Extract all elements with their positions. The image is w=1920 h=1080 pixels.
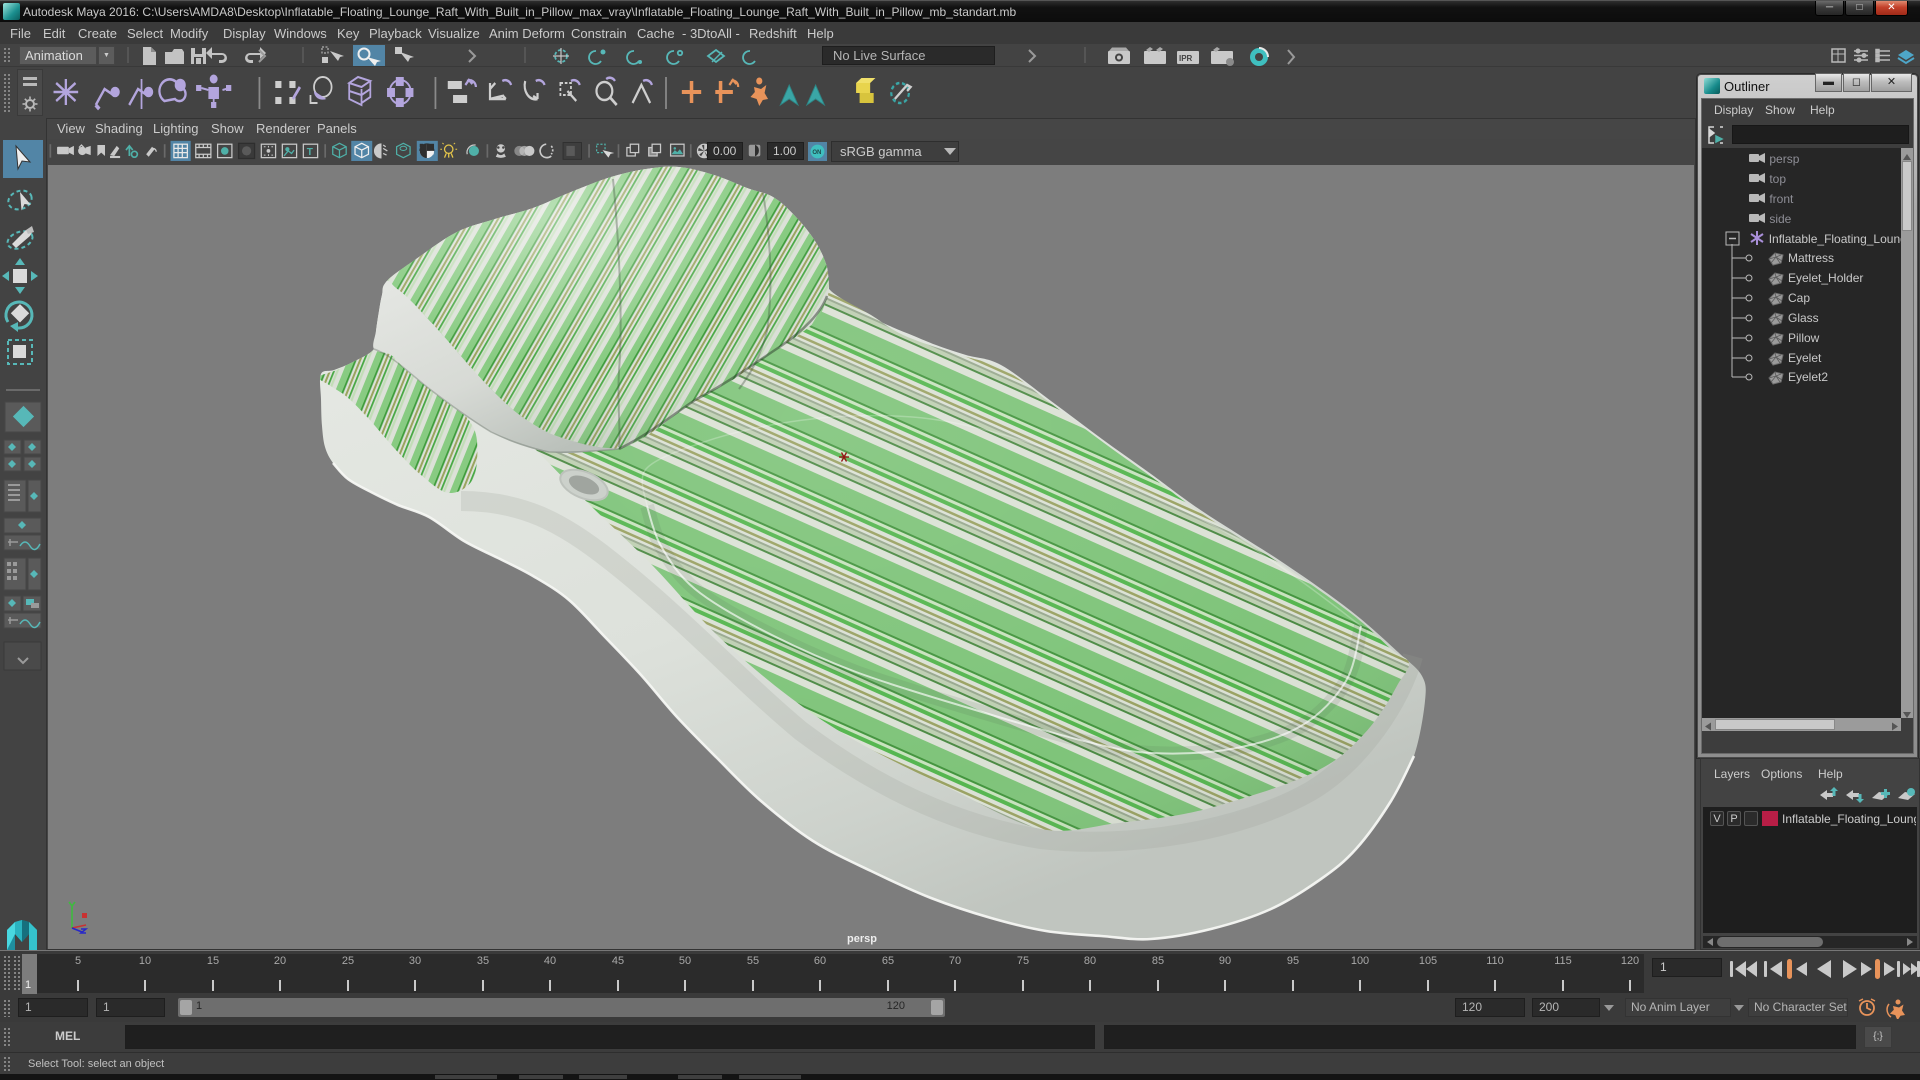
svg-text:ON: ON bbox=[812, 150, 821, 156]
svg-text:T: T bbox=[307, 147, 314, 158]
svg-text:IPR: IPR bbox=[1179, 54, 1193, 63]
